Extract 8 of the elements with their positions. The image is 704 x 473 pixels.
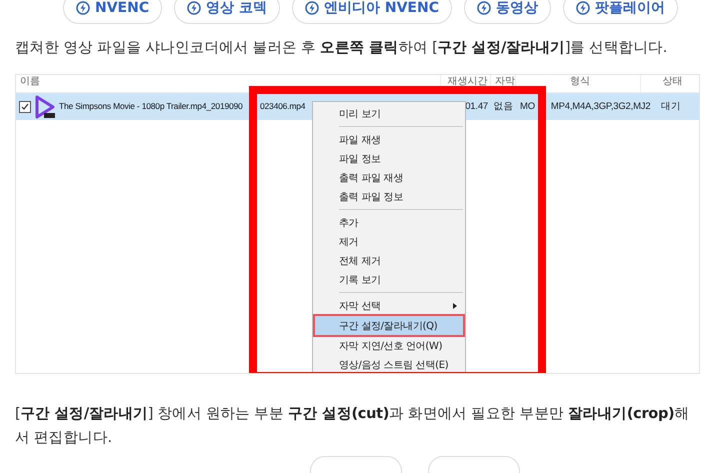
description-text: [구간 설정/잘라내기] 창에서 원하는 부분 구간 설정(cut)과 화면에서 필요한 부분만 잘라내기(crop)해서 편집합니다. [15, 405, 690, 448]
file-name: 023406.mp4 [260, 101, 306, 112]
subtitle-cell-text: 없음 [492, 100, 514, 113]
duration-cell-text: 01.47 [465, 101, 489, 112]
intro-text: 캡쳐한 영상 파일을 샤나인코더에서 불러온 후 오른쪽 클릭하여 [구간 설정/잘라내기]를 선택합니다. [15, 39, 668, 58]
file-name: The Simpsons Movie - 1080p Trailer.mp4_2019090 [59, 101, 243, 112]
format-cell: MP4,M4A,3GP,3G2,MJ2 [550, 101, 650, 112]
format-cell-text: MO [519, 101, 535, 112]
